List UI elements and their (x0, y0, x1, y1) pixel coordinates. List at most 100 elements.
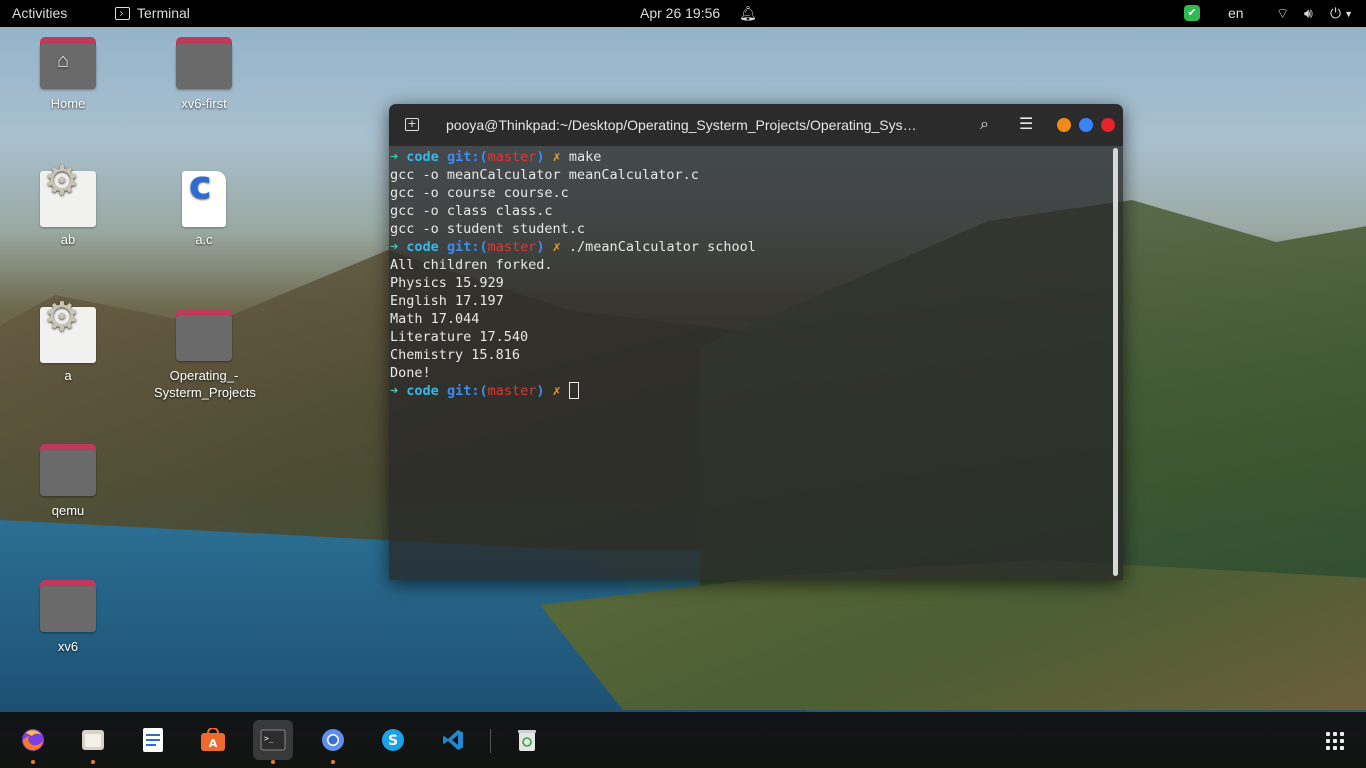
wifi-icon[interactable]: ⌔ (1276, 5, 1289, 23)
desktop-icon-a[interactable]: ⚙ a (18, 297, 118, 384)
chromium-icon (322, 729, 344, 751)
folder-icon (40, 444, 96, 496)
dock-trash[interactable] (507, 720, 547, 760)
terminal-output-line: Literature 17.540 (390, 329, 529, 345)
prompt-git-close: ) (536, 239, 545, 255)
dock-vscode[interactable] (433, 720, 473, 760)
terminal-cursor (568, 382, 579, 399)
desktop-icon-xv6-first[interactable]: xv6-first (154, 37, 254, 112)
executable-gear-icon: ⚙ (40, 297, 96, 363)
document-icon (143, 728, 163, 752)
terminal-app-icon: >_ (260, 729, 286, 751)
terminal-output-line: English 17.197 (390, 293, 504, 309)
prompt-branch: master (487, 383, 537, 399)
home-folder-icon: ⌂ (40, 37, 96, 89)
desktop-icon-qemu[interactable]: qemu (18, 444, 118, 519)
terminal-prompt-line: ➜ code git:(master) ✗ make (390, 148, 1123, 166)
svg-text:A: A (209, 737, 218, 750)
prompt-git-close: ) (536, 149, 545, 165)
hamburger-menu-icon[interactable]: ☰ (1019, 114, 1033, 133)
dock-terminal[interactable]: >_ (253, 720, 293, 764)
desktop-icon-label: ab (60, 232, 76, 247)
desktop-icon-label: Home (50, 96, 86, 111)
terminal-output-line: gcc -o meanCalculator meanCalculator.c (390, 167, 699, 183)
prompt-dirty-mark: ✗ (552, 383, 561, 399)
terminal-title: pooya@Thinkpad:~/Desktop/Operating_Syste… (446, 117, 917, 133)
terminal-header-bar[interactable]: + pooya@Thinkpad:~/Desktop/Operating_Sys… (389, 104, 1123, 146)
executable-gear-icon: ⚙ (40, 161, 96, 227)
security-shield-icon[interactable]: ✔ (1184, 5, 1200, 21)
language-indicator[interactable]: en (1228, 5, 1244, 21)
chevron-down-icon: ▼ (1344, 9, 1353, 20)
prompt-git-close: ) (536, 383, 545, 399)
terminal-scrollbar[interactable] (1113, 148, 1118, 576)
activities-button[interactable]: Activities (12, 5, 67, 21)
desktop-icon-label: qemu (51, 503, 85, 518)
volume-icon[interactable]: 🔊︎ (1304, 5, 1313, 22)
folder-icon (176, 37, 232, 89)
prompt-arrow: ➜ (390, 239, 399, 255)
svg-text:>_: >_ (264, 734, 274, 743)
desktop-icon-label: a (64, 368, 72, 383)
notification-bell-icon: 🔔︎ (739, 5, 757, 21)
terminal-output-line: Physics 15.929 (390, 275, 504, 291)
prompt-arrow: ➜ (390, 383, 399, 399)
terminal-prompt-line: ➜ code git:(master) ✗ (390, 382, 1123, 400)
terminal-output-line: Math 17.044 (390, 311, 480, 327)
terminal-output[interactable]: ➜ code git:(master) ✗ make gcc -o meanCal… (389, 146, 1123, 580)
dock-text-editor[interactable] (133, 720, 173, 760)
c-source-file-icon: c (182, 166, 226, 227)
desktop-icon-label-line2: Systerm_Projects (154, 385, 256, 400)
prompt-git-label: git:( (446, 383, 488, 399)
prompt-branch: master (487, 149, 537, 165)
files-icon (82, 730, 104, 750)
trash-icon (518, 730, 536, 751)
desktop-icon-ab[interactable]: ⚙ ab (18, 161, 118, 248)
clock[interactable]: Apr 26 19:56 (640, 5, 720, 21)
prompt-dirty-mark: ✗ (552, 239, 561, 255)
desktop-icon-operating-systerm-projects[interactable]: Operating_- Systerm_Projects (154, 309, 256, 401)
dock-chromium[interactable] (313, 720, 353, 764)
prompt-arrow: ➜ (390, 149, 399, 165)
maximize-button[interactable] (1079, 118, 1093, 132)
terminal-output-line: Chemistry 15.816 (390, 347, 521, 363)
new-tab-icon[interactable]: + (405, 118, 419, 131)
desktop-icon-xv6[interactable]: xv6 (18, 580, 118, 655)
search-icon[interactable]: ⌕ (980, 114, 989, 134)
terminal-prompt-line: ➜ code git:(master) ✗ ./meanCalculator s… (390, 238, 1123, 256)
terminal-output-line: gcc -o course course.c (390, 185, 569, 201)
terminal-output-line: Done! (390, 365, 431, 381)
svg-text:S: S (388, 733, 398, 749)
prompt-git-label: git:( (446, 239, 488, 255)
software-store-icon: A (201, 728, 225, 751)
top-bar: Activities Terminal Apr 26 19:56 🔔︎ ✔ en… (0, 0, 1366, 27)
folder-icon (176, 309, 232, 361)
close-button[interactable] (1101, 118, 1115, 132)
dock-separator (490, 729, 491, 753)
dock-files[interactable] (73, 720, 113, 764)
firefox-icon (22, 729, 44, 751)
desktop-icon-a-c[interactable]: c a.c (154, 166, 254, 248)
minimize-button[interactable] (1057, 118, 1071, 132)
prompt-git-label: git:( (446, 149, 488, 165)
app-menu-button[interactable]: Terminal (115, 5, 190, 21)
skype-icon: S (382, 729, 404, 751)
terminal-window[interactable]: + pooya@Thinkpad:~/Desktop/Operating_Sys… (389, 104, 1123, 580)
desktop-icon-label: a.c (195, 232, 213, 247)
dock-firefox[interactable] (13, 720, 53, 764)
dock-skype[interactable]: S (373, 720, 413, 760)
desktop-icon-label: xv6-first (181, 96, 227, 111)
prompt-dirty-mark: ✗ (552, 149, 561, 165)
show-applications-grid-icon[interactable] (1326, 732, 1344, 750)
dock-software[interactable]: A (193, 720, 233, 760)
vscode-icon (443, 730, 463, 750)
terminal-output-line: gcc -o class class.c (390, 203, 553, 219)
terminal-output-line: gcc -o student student.c (390, 221, 586, 237)
prompt-branch: master (487, 239, 537, 255)
app-name: Terminal (137, 5, 190, 21)
desktop-icon-label-line1: Operating_- (169, 368, 239, 383)
prompt-command: make (568, 149, 602, 165)
prompt-command: ./meanCalculator school (568, 239, 756, 255)
power-icon[interactable]: ⏻ ▼ (1330, 5, 1353, 22)
desktop-icon-home[interactable]: ⌂ Home (18, 37, 118, 112)
